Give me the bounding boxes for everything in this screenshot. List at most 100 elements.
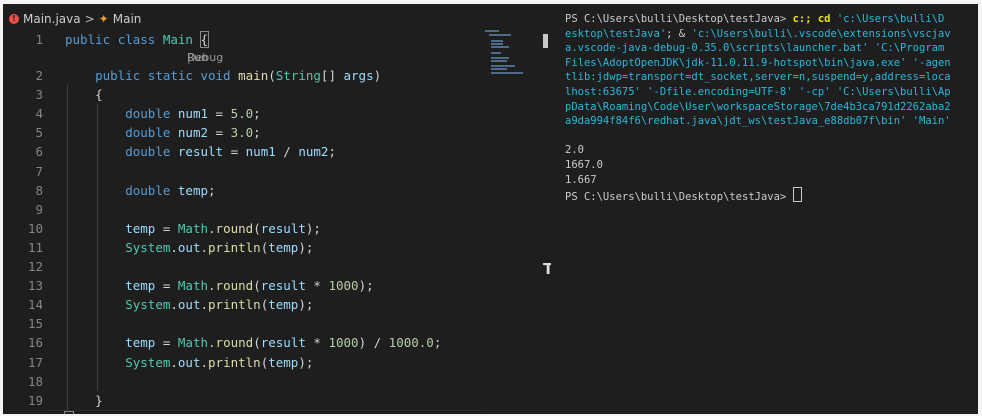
code-text: temp = Math.round(result); bbox=[125, 220, 321, 236]
code-line: 11 System.out.println(temp); bbox=[3, 237, 483, 258]
code-text: temp = Math.round(result * 1000) / 1000.… bbox=[125, 335, 442, 351]
terminal-cursor[interactable] bbox=[792, 187, 802, 203]
line-number: 2 bbox=[35, 68, 43, 84]
line-number: 10 bbox=[27, 220, 43, 236]
indent-guide bbox=[97, 371, 98, 391]
line-number: 8 bbox=[35, 182, 43, 198]
error-icon: ! bbox=[9, 14, 19, 24]
code-line: 3 { bbox=[3, 85, 483, 105]
code-editor[interactable]: ! Main.java > ✦ Main 1 public class Main… bbox=[3, 4, 541, 414]
code-line: 4 double num1 = 5.0; bbox=[3, 104, 483, 124]
minimap-line bbox=[489, 34, 511, 36]
code-line: 15 bbox=[3, 314, 483, 334]
breadcrumb-file[interactable]: Main.java bbox=[23, 12, 81, 26]
line-number: 20 bbox=[3, 410, 43, 414]
code-text: System.out.println(temp); bbox=[125, 239, 314, 255]
breadcrumb: ! Main.java > ✦ Main bbox=[9, 10, 141, 28]
minimap-line bbox=[491, 43, 503, 45]
code-text: double num1 = 5.0; bbox=[125, 106, 261, 122]
code-line: 8 double temp; bbox=[3, 180, 483, 200]
code-line: 12 bbox=[3, 257, 483, 277]
code-line: 9 bbox=[3, 199, 483, 219]
line-number: 5 bbox=[35, 125, 43, 141]
matched-brace: } bbox=[64, 410, 74, 414]
line-number: 9 bbox=[35, 201, 43, 217]
terminal-panel[interactable]: PS C:\Users\bulli\Desktop\testJava> c:; … bbox=[551, 4, 978, 414]
code-line: 19 } bbox=[3, 390, 483, 410]
code-line: 16 temp = Math.round(result * 1000) / 10… bbox=[3, 333, 483, 353]
indent-guide bbox=[67, 314, 68, 334]
line-number: 18 bbox=[27, 373, 43, 389]
panel-divider[interactable] bbox=[541, 4, 551, 414]
line-number: 19 bbox=[27, 392, 43, 408]
code-line: 1 public class Main { bbox=[3, 30, 483, 49]
output-line: 1667.0 bbox=[565, 158, 603, 171]
current-line-highlight bbox=[47, 409, 483, 414]
split-handle-icon[interactable]: T bbox=[543, 262, 553, 277]
code-area[interactable]: 1 public class Main { Run | Debug 2 publ… bbox=[3, 30, 483, 414]
output-line: 2.0 bbox=[565, 144, 584, 157]
codelens: Run | Debug bbox=[187, 49, 224, 66]
code-text: public class Main { bbox=[65, 31, 209, 48]
line-number: 16 bbox=[27, 335, 43, 351]
code-line: 14 System.out.println(temp); bbox=[3, 295, 483, 315]
line-number: 14 bbox=[27, 297, 43, 313]
line-number: 11 bbox=[27, 239, 43, 255]
indent-guide bbox=[97, 257, 98, 277]
minimap-line bbox=[485, 30, 499, 32]
code-text: double temp; bbox=[125, 182, 216, 198]
code-line-current: 20 } bbox=[3, 409, 483, 414]
line-number: 7 bbox=[35, 163, 43, 179]
minimap-line bbox=[491, 60, 507, 62]
minimap-line bbox=[491, 72, 523, 74]
minimap-line bbox=[491, 52, 501, 54]
code-text: } bbox=[64, 410, 74, 414]
code-text: System.out.println(temp); bbox=[125, 354, 314, 370]
indent-guide bbox=[67, 371, 68, 391]
minimap-line bbox=[491, 65, 515, 67]
matched-brace: { bbox=[199, 31, 209, 48]
line-number: 4 bbox=[35, 106, 43, 122]
code-text: temp = Math.round(result * 1000); bbox=[125, 278, 374, 294]
code-text: double result = num1 / num2; bbox=[125, 144, 336, 160]
code-text: System.out.println(temp); bbox=[125, 297, 314, 313]
output-line: 1.667 bbox=[565, 173, 597, 186]
indent-guide bbox=[97, 314, 98, 334]
line-number: 15 bbox=[27, 316, 43, 332]
line-number: 17 bbox=[27, 354, 43, 370]
code-text: double num2 = 3.0; bbox=[125, 125, 261, 141]
indent-guide bbox=[67, 199, 68, 219]
code-line: 10 temp = Math.round(result); bbox=[3, 218, 483, 238]
scrollbar-thumb[interactable] bbox=[543, 34, 548, 48]
codelens-debug[interactable]: Debug bbox=[187, 49, 223, 66]
minimap-line bbox=[491, 40, 503, 42]
vscode-window: ! Main.java > ✦ Main 1 public class Main… bbox=[3, 4, 978, 414]
line-number: 3 bbox=[35, 87, 43, 103]
breadcrumb-separator: > bbox=[84, 12, 95, 26]
code-line: 5 double num2 = 3.0; bbox=[3, 123, 483, 143]
indent-guide bbox=[97, 161, 98, 181]
indent-guide bbox=[67, 257, 68, 277]
minimap-line bbox=[491, 57, 509, 59]
code-line: 7 bbox=[3, 161, 483, 181]
terminal-prompt: PS C:\Users\bulli\Desktop\testJava> bbox=[565, 191, 793, 204]
code-line: 6 double result = num1 / num2; bbox=[3, 142, 483, 162]
terminal-output: PS C:\Users\bulli\Desktop\testJava> c:; … bbox=[565, 13, 951, 204]
code-text: { bbox=[95, 87, 103, 103]
line-number: 12 bbox=[27, 259, 43, 275]
minimap[interactable] bbox=[485, 30, 535, 74]
indent-guide bbox=[97, 199, 98, 219]
code-text: } bbox=[95, 392, 103, 408]
class-icon: ✦ bbox=[98, 12, 109, 26]
code-text: public static void main(String[] args) bbox=[95, 68, 382, 84]
line-number: 6 bbox=[35, 144, 43, 160]
line-number: 13 bbox=[27, 278, 43, 294]
breadcrumb-symbol[interactable]: Main bbox=[113, 12, 142, 26]
code-line: 17 System.out.println(temp); bbox=[3, 352, 483, 372]
line-number: 1 bbox=[35, 32, 43, 47]
code-line: 2 public static void main(String[] args) bbox=[3, 66, 483, 85]
code-line: 13 temp = Math.round(result * 1000); bbox=[3, 276, 483, 296]
minimap-line bbox=[491, 46, 509, 48]
code-line: 18 bbox=[3, 371, 483, 391]
minimap-line bbox=[491, 68, 507, 70]
